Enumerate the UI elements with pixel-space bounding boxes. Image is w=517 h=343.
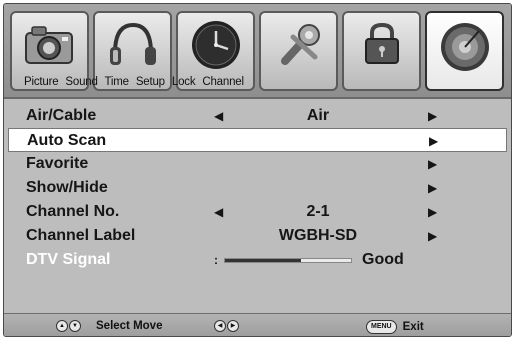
signal-strength-fill [225, 258, 301, 262]
padlock-icon [365, 22, 399, 64]
menu-item-label: Air/Cable [26, 107, 97, 124]
tab-label-setup: Setup [135, 76, 165, 88]
headphones-icon [110, 22, 156, 65]
menu-item-label: Show/Hide [26, 179, 108, 196]
menu-item-label: Auto Scan [27, 132, 107, 149]
select-move-hint: ▲ ▼ Select Move [56, 320, 162, 332]
channel-label-value: WGBH-SD [278, 227, 358, 244]
up-button-icon: ▲ [56, 320, 68, 332]
right-arrow-icon[interactable]: ▶ [428, 104, 437, 128]
right-button-icon: ▶ [227, 320, 239, 332]
signal-quality-text: Good [362, 251, 404, 268]
channel-no-value: 2-1 [306, 203, 330, 220]
left-arrow-icon[interactable]: ◀ [214, 104, 223, 128]
air-cable-value: Air [306, 107, 330, 124]
tab-label-sound: Sound [65, 76, 98, 88]
tab-label-lock: Lock [171, 76, 196, 88]
menu-item-channel-no[interactable]: Channel No. ◀ 2-1 ▶ [8, 200, 507, 224]
tab-label-picture: Picture [24, 76, 59, 88]
exit-hint: MENU Exit [366, 320, 424, 334]
menu-item-air-cable[interactable]: Air/Cable ◀ Air ▶ [8, 104, 507, 128]
menu-item-label: Channel No. [26, 203, 120, 220]
camera-icon [25, 26, 73, 64]
left-arrow-icon[interactable]: ◀ [214, 200, 223, 224]
menu-item-dtv-signal: DTV Signal : Good [8, 248, 507, 272]
menu-item-label: Channel Label [26, 227, 136, 244]
menu-item-label: Favorite [26, 155, 89, 172]
tv-menu-screen: Picture Sound Time Setup Lock Channel Ai… [3, 3, 512, 337]
help-footer: ▲ ▼ Select Move ◀ ▶ MENU Exit [4, 313, 511, 336]
satellite-dish-icon [441, 23, 489, 71]
menu-item-label: DTV Signal [26, 251, 111, 268]
down-button-icon: ▼ [69, 320, 81, 332]
left-button-icon: ◀ [214, 320, 226, 332]
signal-strength-bar [224, 257, 352, 263]
right-arrow-icon[interactable]: ▶ [428, 176, 437, 200]
category-bar: Picture Sound Time Setup Lock Channel [4, 4, 511, 99]
left-right-hint: ◀ ▶ [214, 320, 240, 332]
right-arrow-icon[interactable]: ▶ [428, 224, 437, 248]
right-arrow-icon[interactable]: ▶ [428, 152, 437, 176]
menu-item-channel-label[interactable]: Channel Label WGBH-SD ▶ [8, 224, 507, 248]
tab-label-time: Time [104, 76, 129, 88]
tab-lock[interactable] [342, 11, 421, 91]
menu-button-icon: MENU [366, 320, 397, 334]
select-move-text: Select Move [96, 320, 163, 332]
right-arrow-icon[interactable]: ▶ [429, 129, 438, 153]
tab-label-channel: Channel [202, 76, 244, 88]
wrench-icon [281, 24, 320, 65]
signal-meter: : Good [214, 248, 404, 272]
menu-item-show-hide[interactable]: Show/Hide ▶ [8, 176, 507, 200]
channel-menu-list: Air/Cable ◀ Air ▶ Auto Scan ▶ Favorite ▶… [8, 104, 507, 272]
clock-icon [192, 21, 240, 69]
menu-item-favorite[interactable]: Favorite ▶ [8, 152, 507, 176]
exit-text: Exit [402, 321, 424, 333]
menu-item-auto-scan[interactable]: Auto Scan ▶ [8, 128, 507, 152]
tab-labels: Picture Sound Time Setup Lock Channel [24, 76, 248, 88]
right-arrow-icon[interactable]: ▶ [428, 200, 437, 224]
tab-setup[interactable] [259, 11, 338, 91]
tab-channel[interactable] [425, 11, 504, 91]
signal-separator: : [214, 253, 218, 267]
